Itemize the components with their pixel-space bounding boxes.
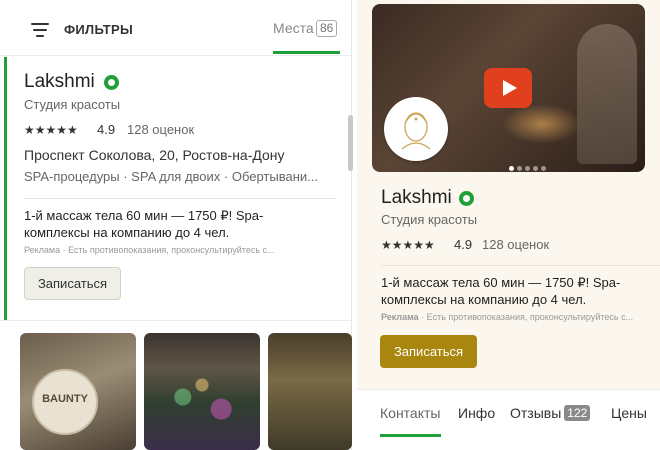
carousel-dot[interactable] xyxy=(533,166,538,171)
carousel-dots[interactable] xyxy=(509,158,549,172)
tab-prices[interactable]: Цены xyxy=(611,405,647,421)
business-logo xyxy=(384,97,448,161)
detail-business-name: Lakshmi xyxy=(381,187,452,208)
tab-info[interactable]: Инфо xyxy=(458,405,495,421)
ad-label: Реклама xyxy=(24,245,61,255)
detail-tabs: Контакты Инфо Отзывы 122 Цены xyxy=(357,389,660,450)
ad-disclaimer-text: · Есть противопоказания, проконсультируй… xyxy=(421,312,634,322)
selected-card-indicator xyxy=(4,57,7,320)
business-name[interactable]: Lakshmi xyxy=(24,71,95,93)
detail-ad-disclaimer: Реклама · Есть противопоказания, проконс… xyxy=(381,312,660,322)
bounty-logo: BAUNTY xyxy=(32,369,98,435)
goddess-logo-icon xyxy=(401,112,431,150)
search-results-panel: ФИЛЬТРЫ Места 86 Lakshmi Студия красоты … xyxy=(0,0,353,450)
business-address: Проспект Соколова, 20, Ростов-на-Дону xyxy=(24,147,285,163)
tab-places[interactable]: Места xyxy=(273,20,314,36)
spa-figure-image xyxy=(577,24,637,164)
book-button[interactable]: Записаться xyxy=(24,267,121,300)
divider xyxy=(24,198,336,199)
photo-thumbnail[interactable] xyxy=(268,333,352,450)
ad-label: Реклама xyxy=(381,312,419,322)
carousel-dot[interactable] xyxy=(541,166,546,171)
verified-icon xyxy=(459,191,474,206)
garden-lights-image xyxy=(154,373,250,433)
detail-promo-text: 1-й массаж тела 60 мин — 1750 ₽! Spa-ком… xyxy=(381,275,621,307)
card-separator xyxy=(0,320,352,321)
play-icon[interactable] xyxy=(484,68,532,108)
ad-disclaimer-text: · Есть противопоказания, проконсультируй… xyxy=(62,245,275,255)
scrollbar-thumb[interactable] xyxy=(348,115,353,171)
bounty-logo-text: BAUNTY xyxy=(42,393,88,405)
candle-glow xyxy=(502,104,582,144)
photo-thumbnail[interactable]: BAUNTY xyxy=(20,333,136,450)
active-tab-indicator xyxy=(273,51,340,54)
ad-disclaimer: Реклама · Есть противопоказания, проконс… xyxy=(24,245,334,255)
carousel-dot[interactable] xyxy=(517,166,522,171)
detail-book-button[interactable]: Записаться xyxy=(380,335,477,368)
star-icon: ★★★★★ xyxy=(381,238,435,252)
business-category: Студия красоты xyxy=(24,97,121,112)
divider xyxy=(381,265,660,266)
place-detail-panel: Lakshmi Студия красоты ★★★★★ 4.9 128 оце… xyxy=(357,0,660,450)
photo-thumbnail[interactable] xyxy=(144,333,260,450)
detail-rating-value: 4.9 xyxy=(454,237,473,252)
reviews-count-badge: 122 xyxy=(564,405,591,421)
places-count-badge: 86 xyxy=(316,20,338,37)
detail-reviews-count[interactable]: 128 оценок xyxy=(482,237,549,252)
rating-value: 4.9 xyxy=(97,122,116,137)
promo-text: 1-й массаж тела 60 мин — 1750 ₽! Spa-ком… xyxy=(24,208,264,240)
active-tab-indicator xyxy=(380,434,441,437)
tab-reviews-label: Отзывы xyxy=(510,405,562,421)
results-toolbar: ФИЛЬТРЫ Места 86 xyxy=(0,0,352,56)
star-icon: ★★★★★ xyxy=(24,123,78,137)
service-tags: SPA-процедуры · SPA для двоих · Обертыва… xyxy=(24,169,318,184)
hero-gallery[interactable] xyxy=(372,4,645,172)
reviews-count[interactable]: 128 оценок xyxy=(127,122,194,137)
carousel-dot[interactable] xyxy=(509,166,514,171)
filters-button[interactable]: ФИЛЬТРЫ xyxy=(64,22,133,37)
verified-icon xyxy=(104,75,119,90)
tab-reviews[interactable]: Отзывы 122 xyxy=(510,405,591,421)
carousel-dot[interactable] xyxy=(525,166,530,171)
detail-category: Студия красоты xyxy=(381,212,478,227)
tab-contacts[interactable]: Контакты xyxy=(380,405,440,421)
filter-icon[interactable] xyxy=(31,23,49,37)
